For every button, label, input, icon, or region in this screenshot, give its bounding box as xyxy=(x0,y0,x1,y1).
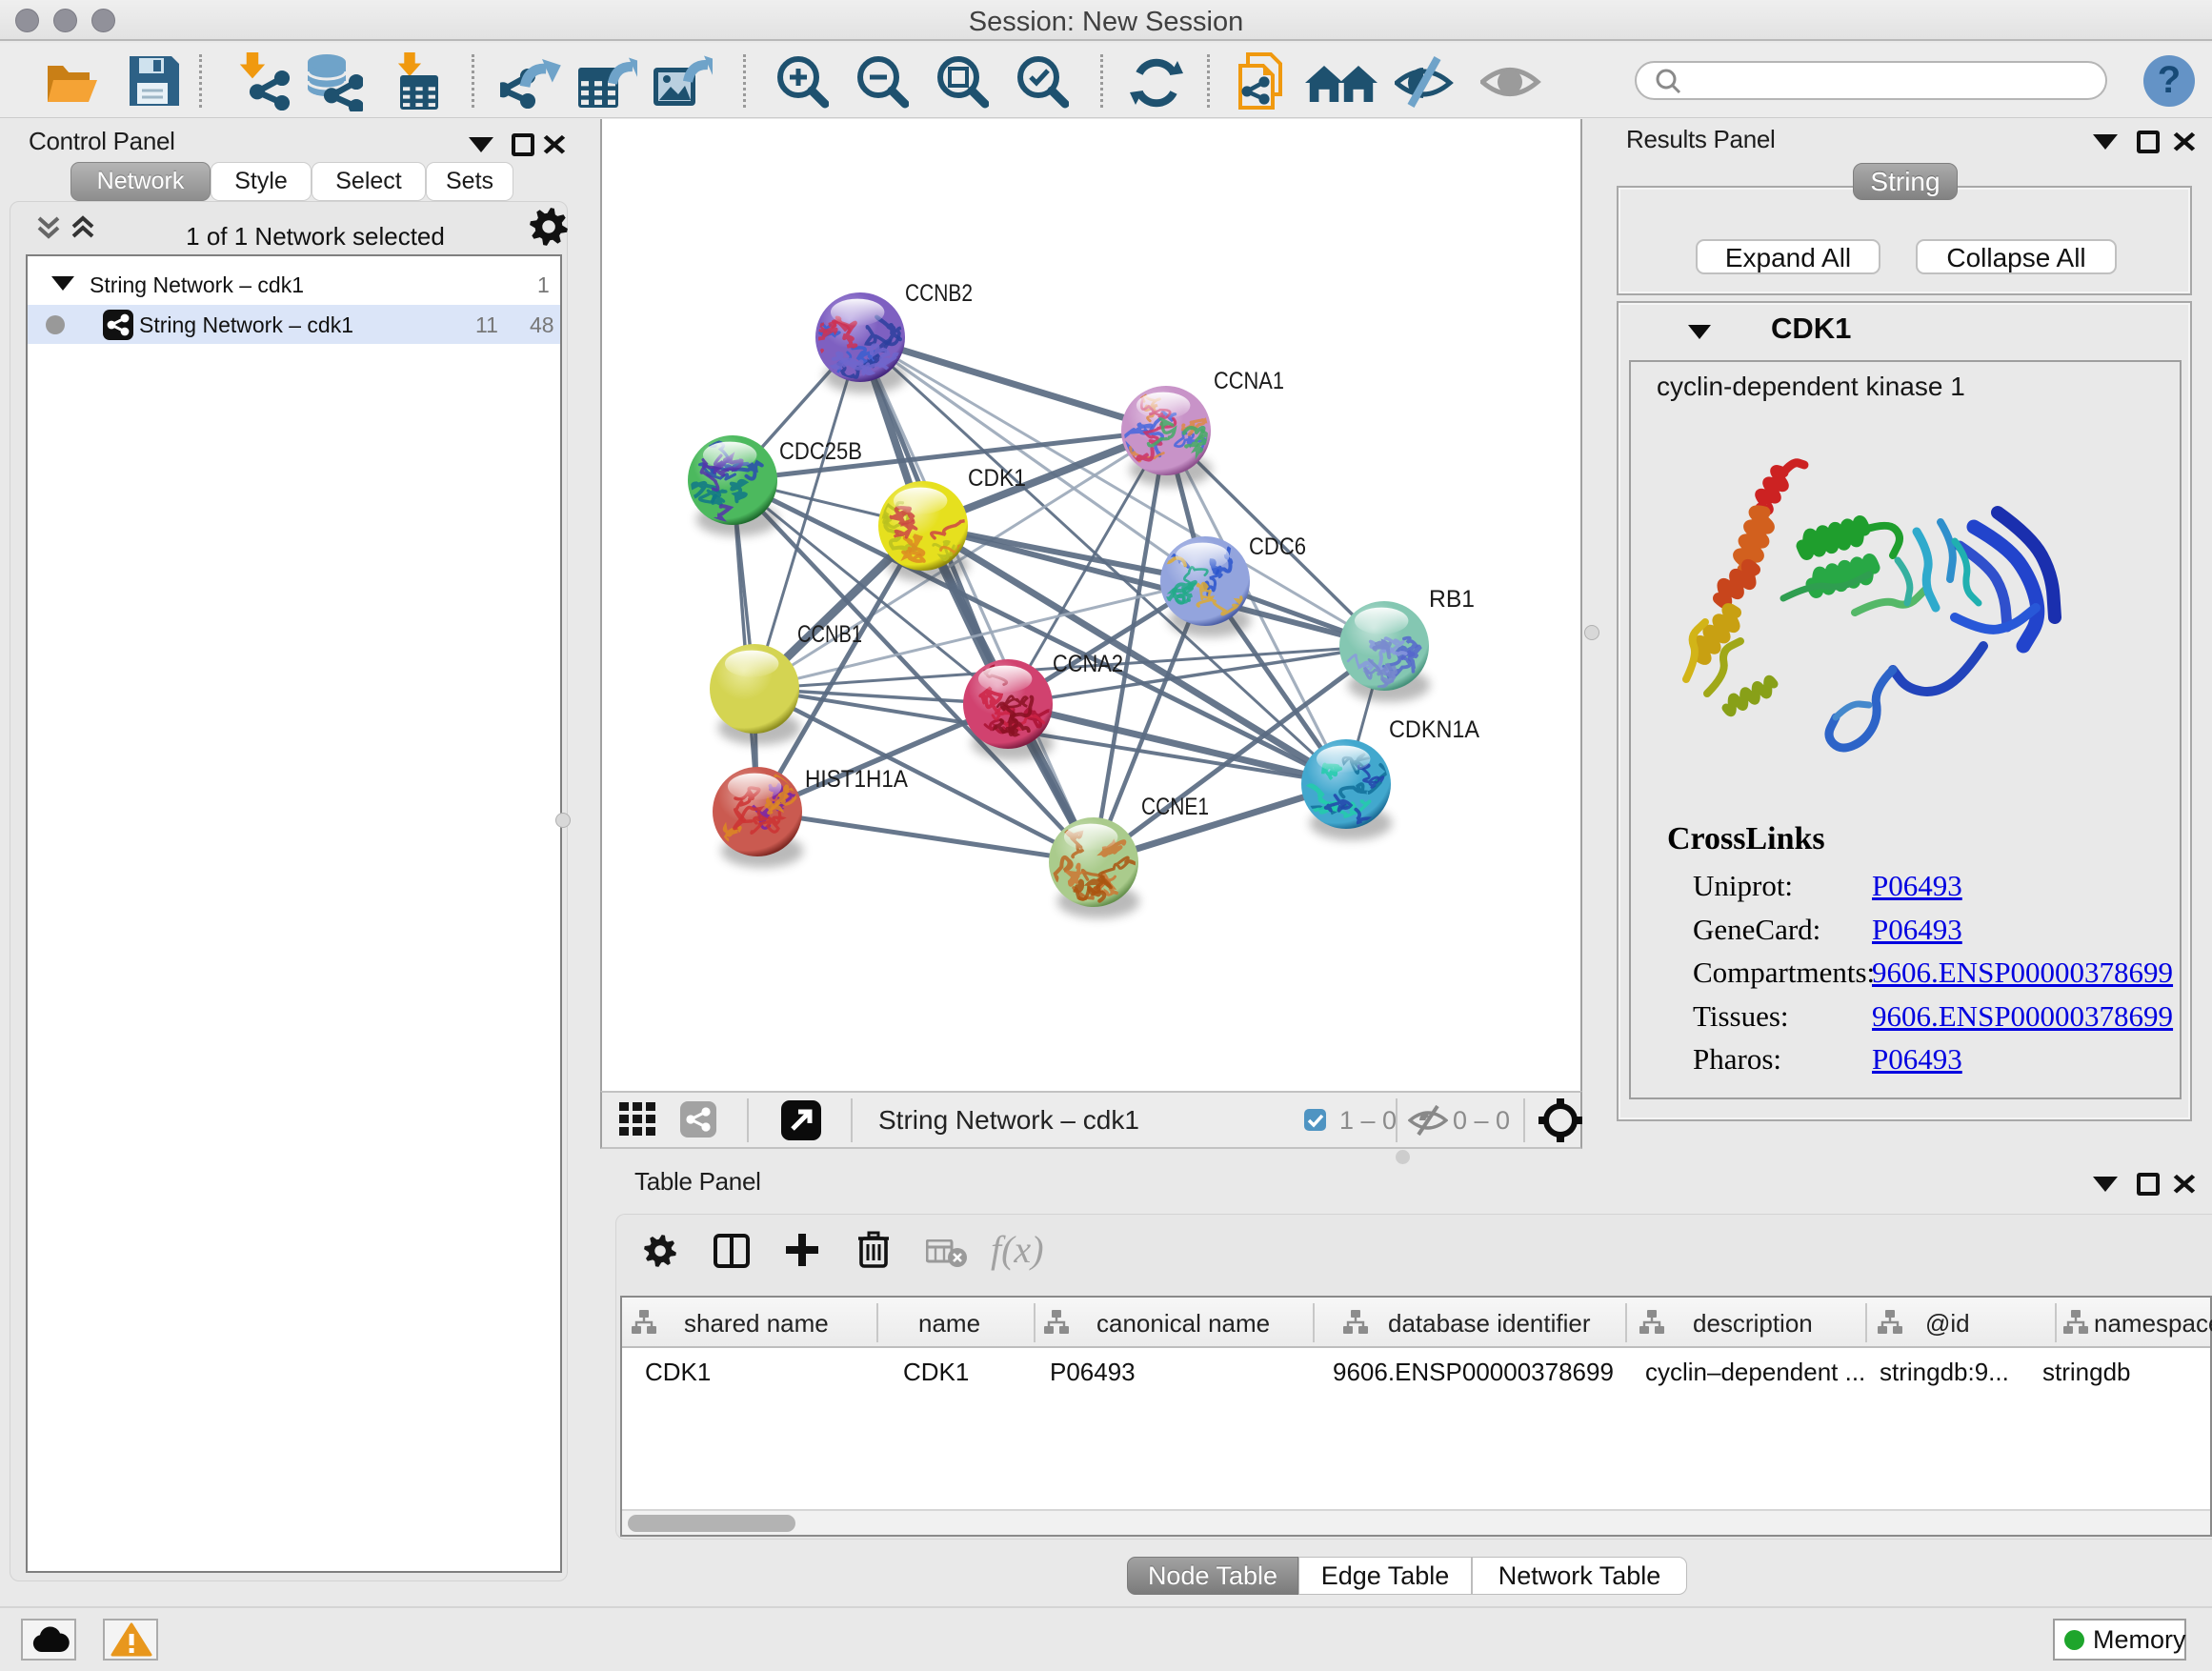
svg-text:CCNA2: CCNA2 xyxy=(1053,651,1123,677)
svg-text:HIST1H1A: HIST1H1A xyxy=(805,766,908,793)
svg-text:CCNB1: CCNB1 xyxy=(797,621,862,648)
svg-text:RB1: RB1 xyxy=(1429,586,1475,613)
svg-text:CDC6: CDC6 xyxy=(1249,534,1306,560)
svg-text:CDK1: CDK1 xyxy=(968,465,1026,492)
svg-text:CDC25B: CDC25B xyxy=(779,438,862,465)
svg-text:CCNE1: CCNE1 xyxy=(1141,794,1209,820)
svg-text:CDKN1A: CDKN1A xyxy=(1389,716,1479,743)
svg-text:CCNB2: CCNB2 xyxy=(905,280,973,307)
svg-text:CCNA1: CCNA1 xyxy=(1214,368,1284,394)
